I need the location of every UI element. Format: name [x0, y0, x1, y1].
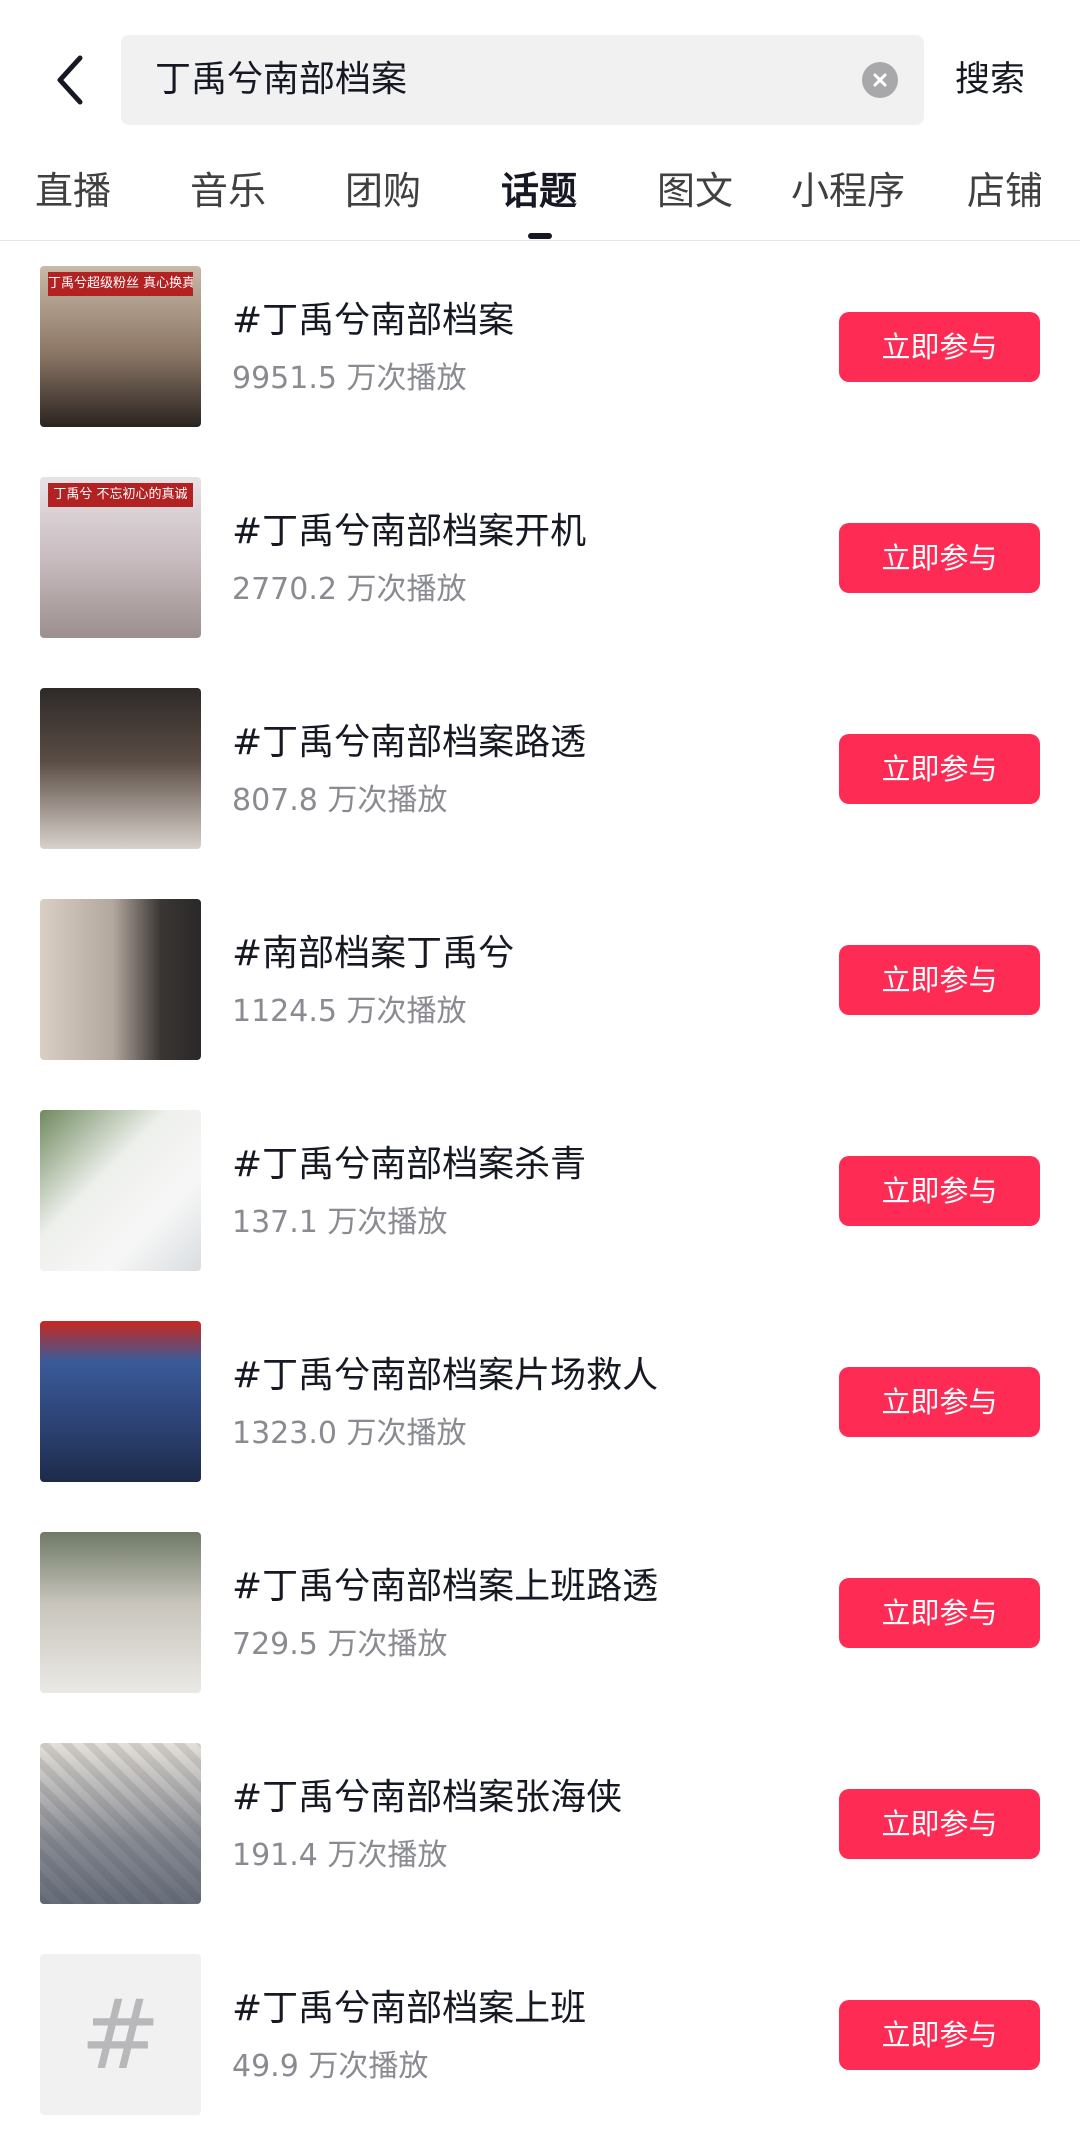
search-box[interactable]: 丁禹兮南部档案 [121, 35, 924, 125]
thumbnail-banner-text: 丁禹兮超级粉丝 真心换真心 [48, 272, 193, 296]
topic-view-count: 729.5 万次播放 [232, 1627, 448, 1662]
category-tabs: 直播 音乐 团购 话题 图文 小程序 店铺 [0, 150, 1080, 241]
clear-circle-icon [873, 73, 887, 87]
topic-thumbnail[interactable] [40, 899, 201, 1060]
topic-view-count: 137.1 万次播放 [232, 1205, 448, 1240]
search-input[interactable]: 丁禹兮南部档案 [155, 35, 835, 125]
topic-row[interactable]: #丁禹兮南部档案杀青 137.1 万次播放 立即参与 [0, 1085, 1080, 1296]
topic-row[interactable]: #丁禹兮南部档案张海侠 191.4 万次播放 立即参与 [0, 1718, 1080, 1929]
topic-view-count: 2770.2 万次播放 [232, 572, 467, 607]
topic-row[interactable]: #丁禹兮南部档案路透 807.8 万次播放 立即参与 [0, 663, 1080, 874]
tab-stores[interactable]: 店铺 [967, 150, 1043, 232]
thumbnail-banner-text: 丁禹兮 不忘初心的真诚 [48, 483, 193, 507]
topic-title[interactable]: #丁禹兮南部档案上班 [232, 1979, 586, 2031]
topic-title[interactable]: #丁禹兮南部档案开机 [232, 502, 586, 554]
topic-title[interactable]: #丁禹兮南部档案 [232, 291, 514, 343]
topic-view-count: 191.4 万次播放 [232, 1838, 448, 1873]
topic-row[interactable]: #南部档案丁禹兮 1124.5 万次播放 立即参与 [0, 874, 1080, 1085]
active-tab-indicator [528, 233, 552, 239]
topic-title[interactable]: #丁禹兮南部档案上班路透 [232, 1557, 658, 1609]
join-topic-button[interactable]: 立即参与 [839, 1578, 1040, 1648]
chevron-left-icon [57, 55, 83, 105]
topic-row[interactable]: 丁禹兮超级粉丝 真心换真心 #丁禹兮南部档案 9951.5 万次播放 立即参与 [0, 241, 1080, 452]
tab-image-text[interactable]: 图文 [657, 150, 733, 232]
topic-title[interactable]: #南部档案丁禹兮 [232, 924, 514, 976]
clear-search-button[interactable] [862, 62, 898, 98]
topic-title[interactable]: #丁禹兮南部档案路透 [232, 713, 586, 765]
tab-mini-program[interactable]: 小程序 [791, 150, 905, 232]
join-topic-button[interactable]: 立即参与 [839, 734, 1040, 804]
topic-view-count: 807.8 万次播放 [232, 783, 448, 818]
join-topic-button[interactable]: 立即参与 [839, 1156, 1040, 1226]
search-button[interactable]: 搜索 [955, 35, 1065, 125]
topic-title[interactable]: #丁禹兮南部档案杀青 [232, 1135, 586, 1187]
hashtag-icon: # [80, 1978, 161, 2091]
join-topic-button[interactable]: 立即参与 [839, 1789, 1040, 1859]
topic-thumbnail[interactable]: 丁禹兮 不忘初心的真诚 [40, 477, 201, 638]
topic-thumbnail[interactable] [40, 1743, 201, 1904]
join-topic-button[interactable]: 立即参与 [839, 945, 1040, 1015]
tab-live[interactable]: 直播 [35, 150, 111, 232]
topic-title[interactable]: #丁禹兮南部档案张海侠 [232, 1768, 622, 1820]
topic-row[interactable]: # #丁禹兮南部档案上班 49.9 万次播放 立即参与 [0, 1929, 1080, 2140]
topic-thumbnail[interactable] [40, 688, 201, 849]
topic-thumbnail[interactable] [40, 1532, 201, 1693]
topic-view-count: 1124.5 万次播放 [232, 994, 467, 1029]
topic-thumbnail[interactable] [40, 1110, 201, 1271]
tab-music[interactable]: 音乐 [190, 150, 266, 232]
topic-thumbnail[interactable]: 丁禹兮超级粉丝 真心换真心 [40, 266, 201, 427]
tab-group-buy[interactable]: 团购 [345, 150, 421, 232]
tab-topics[interactable]: 话题 [501, 150, 577, 232]
back-button[interactable] [40, 45, 100, 115]
topic-view-count: 9951.5 万次播放 [232, 361, 467, 396]
topic-thumbnail[interactable] [40, 1321, 201, 1482]
topic-row[interactable]: #丁禹兮南部档案上班路透 729.5 万次播放 立即参与 [0, 1507, 1080, 1718]
topic-view-count: 49.9 万次播放 [232, 2049, 429, 2084]
topic-view-count: 1323.0 万次播放 [232, 1416, 467, 1451]
join-topic-button[interactable]: 立即参与 [839, 2000, 1040, 2070]
join-topic-button[interactable]: 立即参与 [839, 312, 1040, 382]
search-header: 丁禹兮南部档案 搜索 [0, 0, 1080, 150]
topic-thumbnail[interactable]: # [40, 1954, 201, 2115]
topic-row[interactable]: 丁禹兮 不忘初心的真诚 #丁禹兮南部档案开机 2770.2 万次播放 立即参与 [0, 452, 1080, 663]
topic-title[interactable]: #丁禹兮南部档案片场救人 [232, 1346, 658, 1398]
topic-row[interactable]: #丁禹兮南部档案片场救人 1323.0 万次播放 立即参与 [0, 1296, 1080, 1507]
join-topic-button[interactable]: 立即参与 [839, 523, 1040, 593]
join-topic-button[interactable]: 立即参与 [839, 1367, 1040, 1437]
